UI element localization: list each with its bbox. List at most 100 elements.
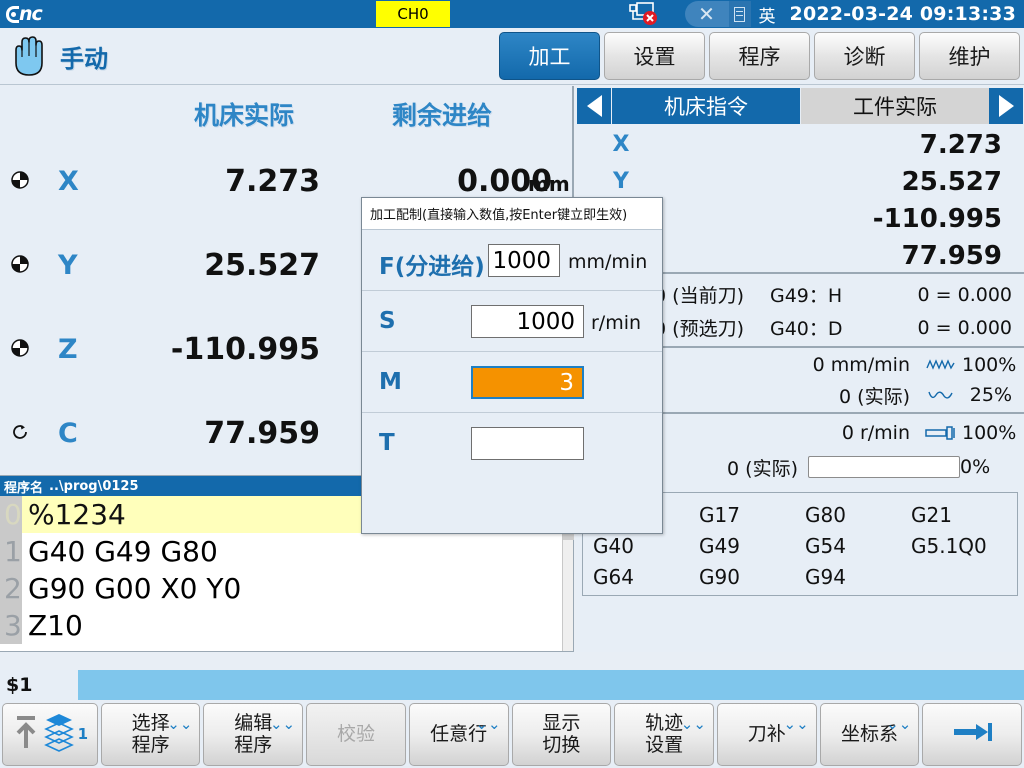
softkey-any-line[interactable]: 任意行 ⌄⌄ [409,703,509,766]
program-line[interactable]: 3 Z10 [0,607,573,644]
chevron-down-icon: ⌄⌄ [167,717,192,732]
dialog-title: 加工配制(直接输入数值,按Enter键立即生效) [362,198,662,230]
title-bar-right: ✕ 英 2022-03-24 09:13:33 [625,0,1024,28]
header-remaining-feed: 剩余进给 [392,96,492,132]
softkey-track-settings[interactable]: 轨迹 设置 ⌄⌄ [614,703,714,766]
f-unit: mm/min [568,251,647,273]
gcode-cell: G17 [699,503,805,527]
cnc-hmi-screen: nc CH0 ✕ 英 2022-03-24 09:13:33 [0,0,1024,768]
s-input[interactable]: 1000 [471,305,584,338]
machining-config-dialog[interactable]: 加工配制(直接输入数值,按Enter键立即生效) F(分进给) 1000 mm/… [361,197,663,534]
linear-axis-icon [10,170,30,190]
tab-workpiece-actual[interactable]: 工件实际 [801,88,989,124]
line-code: Z10 [22,609,83,642]
spindle-override-percent: 100% [962,422,1024,444]
axis-value: 25.527 [666,167,1024,197]
mode-label: 手动 [60,39,108,74]
gcode-row: G40 G49 G54 G5.1Q0 [593,530,1017,561]
gcode-cell: G5.1Q0 [911,534,1017,558]
tab-weihu[interactable]: 维护 [919,32,1020,80]
ime-keyboard-icon[interactable] [729,1,751,27]
brand-logo: nc [6,3,72,25]
program-line[interactable]: 1 G40 G49 G80 [0,533,573,570]
mode-nav-bar: 手动 加工 设置 程序 诊断 维护 [0,28,1024,85]
linear-axis-icon [10,254,30,274]
line-code: G40 G49 G80 [22,535,218,568]
softkey-label: 刀补 [748,724,786,746]
tab-jiagong[interactable]: 加工 [499,32,600,80]
dialog-row-t: T [362,413,662,474]
line-number: 2 [0,570,22,607]
length-comp-code: G49：H [752,281,874,308]
gcode-cell: G40 [593,534,699,558]
axis-name: Y [576,169,666,194]
gcode-cell: G80 [805,503,911,527]
line-number: 1 [0,533,22,570]
rotary-axis-icon [10,422,30,442]
softkey-label: 轨迹 设置 [645,713,683,757]
softkey-return-layers[interactable]: 1 [2,703,98,766]
softkey-verify: 校验 [306,703,406,766]
dialog-row-s: S 1000 r/min [362,291,662,352]
network-disconnected-icon[interactable] [625,1,659,27]
axis-name: Y [58,250,78,281]
chevron-down-icon: ⌄⌄ [886,717,911,732]
return-top-icon [12,712,40,758]
t-label: T [379,430,395,456]
f-input[interactable]: 1000 [488,244,560,277]
length-comp-value: 0 = 0.000 [874,284,1024,306]
tab-machine-command[interactable]: 机床指令 [612,88,800,124]
arrow-right-icon[interactable] [989,88,1023,124]
dialog-row-m: M 3 [362,352,662,413]
feed-actual-percent: 25% [962,384,1024,406]
softkey-label: 校验 [337,724,375,746]
spindle-load-bar [808,456,960,478]
axis-name: Z [58,334,78,365]
softkey-display-switch[interactable]: 显示 切换 [512,703,612,766]
tab-chengxu[interactable]: 程序 [709,32,810,80]
s-unit: r/min [591,312,641,334]
line-number: 3 [0,607,22,644]
datetime-display: 2022-03-24 09:13:33 [790,3,1016,25]
layer-count-badge: 1 [78,726,88,743]
main-tab-group: 加工 设置 程序 诊断 维护 [499,32,1020,80]
program-path: ..\prog\0125 [49,479,139,494]
t-input[interactable] [471,427,584,460]
gcode-cell: G64 [593,565,699,589]
m-input[interactable]: 3 [471,366,584,399]
gcode-cell: G21 [911,503,1017,527]
gcode-cell: G90 [699,565,805,589]
line-code: %1234 [22,498,126,531]
axis-machine-value: 7.273 [130,164,320,199]
softkey-edit-program[interactable]: 编辑 程序 ⌄⌄ [203,703,303,766]
feed-override-icon [920,358,962,372]
softkey-select-program[interactable]: 选择 程序 ⌄⌄ [101,703,201,766]
hand-icon [8,33,46,79]
axis-name: X [576,132,666,157]
softkey-next-page[interactable] [922,703,1022,766]
spindle-load-percent: 0% [960,456,990,478]
radius-comp-value: 0 = 0.000 [874,317,1024,339]
close-icon[interactable]: ✕ [685,1,729,27]
channel-badge[interactable]: CH0 [376,1,450,27]
chevron-down-icon: ⌄⌄ [681,717,706,732]
softkey-coordinate-system[interactable]: 坐标系 ⌄⌄ [820,703,920,766]
chevron-down-icon: ⌄⌄ [270,717,295,732]
tab-shezhi[interactable]: 设置 [604,32,705,80]
axis-value: 77.959 [666,241,1024,271]
title-bar: nc CH0 ✕ 英 2022-03-24 09:13:33 [0,0,1024,28]
dialog-row-f: F(分进给) 1000 mm/min [362,230,662,291]
logo-mark-icon [6,6,19,23]
f-label: F(分进给) [379,247,485,281]
axis-machine-value: -110.995 [130,332,320,367]
arrow-left-icon[interactable] [577,88,611,124]
softkey-tool-comp[interactable]: 刀补 ⌄⌄ [717,703,817,766]
tab-zhenduan[interactable]: 诊断 [814,32,915,80]
feed-override-percent: 100% [962,354,1024,376]
logo-text: nc [19,3,42,25]
axis-remain-value: 0.000 [330,164,552,199]
command-coord-row: X 7.273 [576,126,1024,163]
gcode-row: G64 G90 G94 [593,561,1017,592]
ime-language-label[interactable]: 英 [759,2,776,27]
program-line[interactable]: 2 G90 G00 X0 Y0 [0,570,573,607]
